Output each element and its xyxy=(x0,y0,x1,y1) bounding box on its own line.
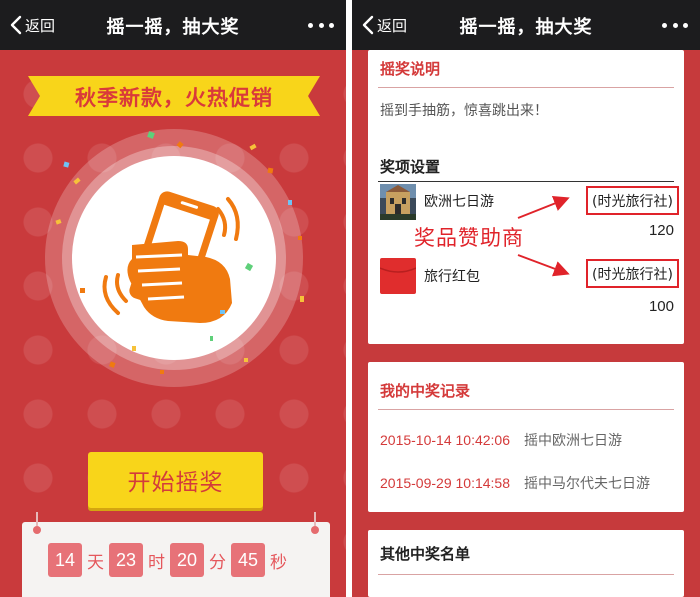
more-menu-button[interactable] xyxy=(308,15,334,35)
sponsor-name: (时光旅行社) xyxy=(592,266,673,283)
countdown-timer: 14 天 23 时 20 分 45 秒 xyxy=(48,543,292,577)
more-dot-icon xyxy=(318,22,324,28)
pin-stick xyxy=(36,512,38,526)
countdown-seconds: 45 xyxy=(231,543,265,577)
countdown-unit: 秒 xyxy=(270,552,287,573)
prize-count: 120 xyxy=(648,222,674,239)
pin-stick xyxy=(314,512,316,526)
more-dot-icon xyxy=(329,22,334,28)
countdown-hours: 23 xyxy=(109,543,143,577)
start-lottery-button[interactable]: 开始摇奖 xyxy=(88,452,263,508)
record-prize: 摇中马尔代夫七日游 xyxy=(524,475,650,491)
sponsor-box: (时光旅行社) xyxy=(586,259,679,288)
countdown-minutes: 20 xyxy=(170,543,204,577)
pin-dot xyxy=(33,526,41,534)
countdown-unit: 天 xyxy=(87,552,104,573)
more-dot-icon xyxy=(672,22,678,28)
prize-name: 欧洲七日游 xyxy=(424,194,494,210)
left-navbar: 返回 摇一摇，抽大奖 xyxy=(0,0,346,50)
other-winners-title: 其他中奖名单 xyxy=(380,545,471,563)
left-phone-screen: 返回 摇一摇，抽大奖 秋季新款，火热促销 开始摇奖 14 天 23 时 20 分… xyxy=(0,0,346,597)
promo-banner-text: 秋季新款，火热促销 xyxy=(75,86,273,110)
sponsor-box: (时光旅行社) xyxy=(586,186,679,215)
record-datetime: 2015-10-14 10:42:06 xyxy=(380,432,510,448)
page-title: 摇一摇，抽大奖 xyxy=(459,17,593,38)
red-envelope-icon xyxy=(380,258,416,294)
rules-title: 摇奖说明 xyxy=(380,60,441,78)
countdown-unit: 时 xyxy=(148,552,165,573)
my-records-card: 我的中奖记录 2015-10-14 10:42:06 摇中欧洲七日游 2015-0… xyxy=(368,362,684,512)
countdown-panel: 14 天 23 时 20 分 45 秒 xyxy=(22,512,330,597)
prize-settings-title: 奖项设置 xyxy=(380,158,441,176)
divider xyxy=(378,181,674,182)
my-records-title: 我的中奖记录 xyxy=(380,382,471,400)
record-datetime: 2015-09-29 10:14:58 xyxy=(380,475,510,491)
divider xyxy=(378,409,674,410)
rules-prizes-card: 摇奖说明 摇到手抽筋，惊喜跳出来！ 奖项设置 欧洲七日游 (时光旅行社) 120… xyxy=(368,50,684,344)
sponsor-annotation-label: 奖品赞助商 xyxy=(414,226,524,250)
pin-dot xyxy=(311,526,319,534)
prize-name: 旅行红包 xyxy=(424,269,480,285)
rules-text: 摇到手抽筋，惊喜跳出来！ xyxy=(380,103,548,119)
right-navbar: 返回 摇一摇，抽大奖 xyxy=(352,0,700,50)
divider xyxy=(378,574,674,575)
more-dot-icon xyxy=(683,22,688,28)
record-prize: 摇中欧洲七日游 xyxy=(524,432,622,448)
other-winners-card: 其他中奖名单 xyxy=(368,530,684,597)
prize-count: 100 xyxy=(648,298,674,315)
sponsor-name: (时光旅行社) xyxy=(592,193,673,210)
more-dot-icon xyxy=(662,22,667,28)
phone-shake-icon xyxy=(102,191,240,323)
divider xyxy=(378,87,674,88)
record-row: 2015-09-29 10:14:58 摇中马尔代夫七日游 xyxy=(380,473,650,493)
more-menu-button[interactable] xyxy=(662,15,688,35)
promo-ribbon: 秋季新款，火热促销 xyxy=(28,74,320,118)
more-dot-icon xyxy=(308,22,313,28)
travel-photo-thumbnail xyxy=(380,184,416,220)
countdown-unit: 分 xyxy=(209,552,226,573)
record-row: 2015-10-14 10:42:06 摇中欧洲七日游 xyxy=(380,430,622,450)
right-phone-screen: 返回 摇一摇，抽大奖 摇奖说明 摇到手抽筋，惊喜跳出来！ 奖项设置 欧洲七日游 … xyxy=(352,0,700,597)
countdown-days: 14 xyxy=(48,543,82,577)
page-title: 摇一摇，抽大奖 xyxy=(106,17,240,38)
